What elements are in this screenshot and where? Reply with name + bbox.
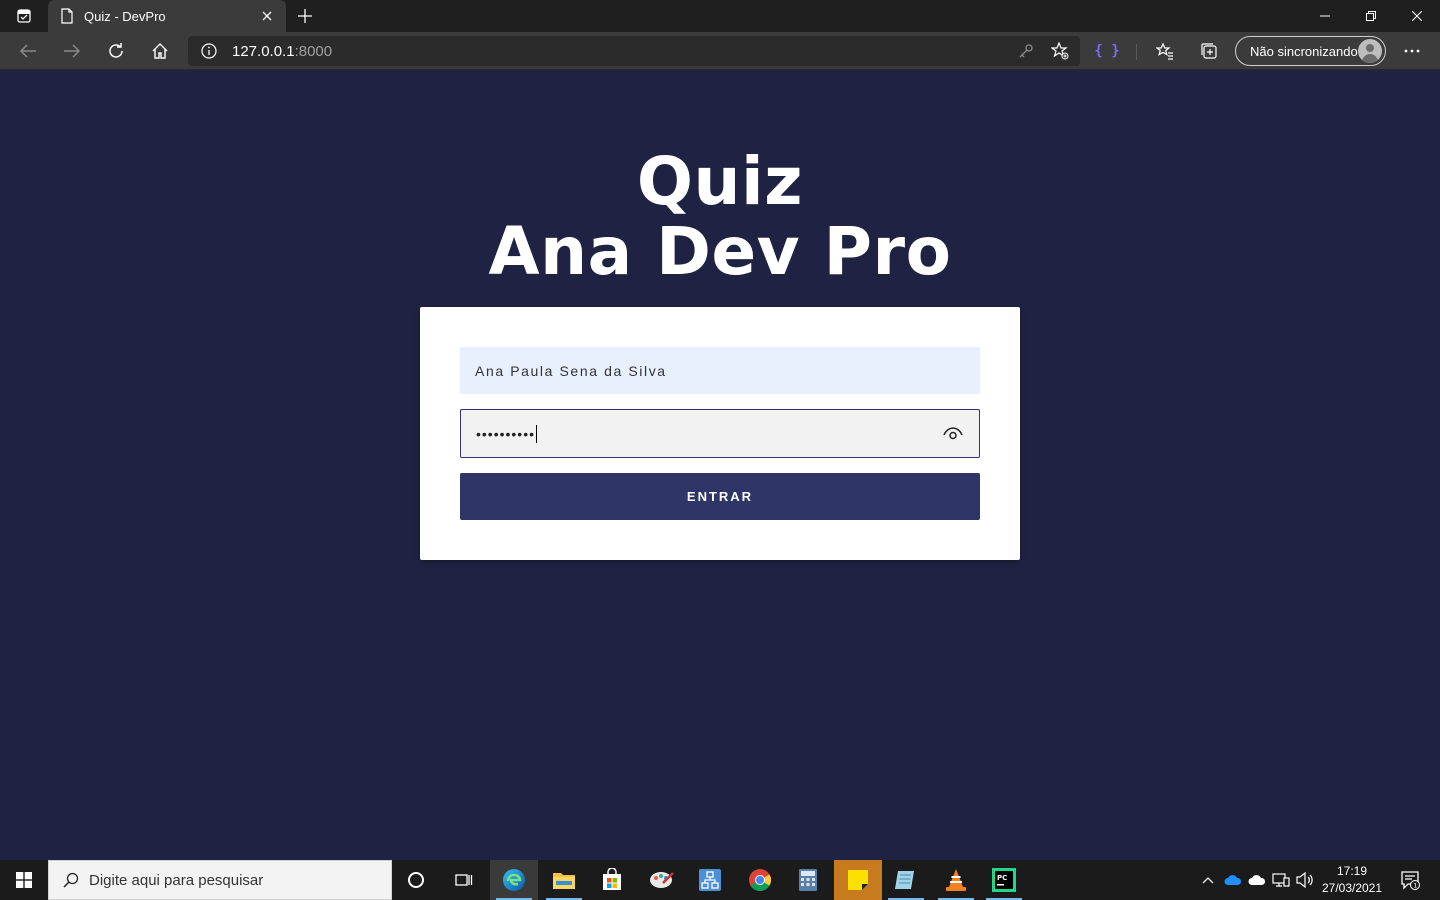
collections-icon[interactable] — [1195, 37, 1223, 65]
login-card: Ana Paula Sena da Silva •••••••••• ENTRA… — [420, 307, 1020, 560]
task-view-icon[interactable] — [440, 860, 488, 900]
text-caret — [536, 424, 538, 443]
notepad-app-icon[interactable] — [882, 860, 930, 900]
new-tab-button[interactable] — [292, 4, 318, 28]
windows-taskbar: Digite aqui para pesquisar PC 17:19 27/0… — [0, 860, 1440, 900]
browser-title-bar: Quiz - DevPro — [0, 0, 1440, 32]
notification-center-icon[interactable]: 1 — [1394, 860, 1426, 900]
onedrive-cloud-icon[interactable] — [1222, 860, 1244, 900]
password-mask: •••••••••• — [476, 425, 536, 442]
svg-text:PC: PC — [997, 874, 1007, 882]
tab-close-icon[interactable] — [258, 7, 276, 25]
title-line-2: Ana Dev Pro — [488, 213, 952, 290]
title-line-1: Quiz — [636, 143, 804, 220]
cloud-icon[interactable] — [1246, 860, 1268, 900]
page-document-icon — [58, 7, 76, 25]
toolbar-separator — [1136, 44, 1137, 60]
key-icon[interactable] — [1014, 39, 1038, 63]
paint-app-icon[interactable] — [638, 860, 686, 900]
password-input[interactable]: •••••••••• — [460, 409, 980, 458]
username-input[interactable]: Ana Paula Sena da Silva — [460, 347, 980, 394]
microsoft-store-icon[interactable] — [588, 860, 636, 900]
avatar — [1358, 39, 1382, 63]
clock-time: 17:19 — [1336, 864, 1368, 878]
tab-title: Quiz - DevPro — [84, 8, 166, 24]
minimize-icon[interactable] — [1302, 0, 1348, 32]
url-port: :8000 — [294, 42, 333, 60]
page-title: Quiz Ana Dev Pro — [0, 147, 1440, 287]
show-hidden-icons-chevron-icon[interactable] — [1198, 860, 1218, 900]
network-icon[interactable] — [1270, 860, 1292, 900]
tab-actions-icon[interactable] — [8, 4, 40, 28]
browser-toolbar: 127.0.0.1:8000 { } Não sincronizando — [0, 32, 1440, 70]
favorites-icon[interactable] — [1151, 37, 1179, 65]
taskbar-search-input[interactable]: Digite aqui para pesquisar — [48, 860, 392, 900]
network-diagram-icon[interactable] — [686, 860, 734, 900]
close-window-icon[interactable] — [1394, 0, 1440, 32]
address-bar[interactable]: 127.0.0.1:8000 — [188, 36, 1080, 66]
restore-icon[interactable] — [1348, 0, 1394, 32]
cortana-icon[interactable] — [392, 860, 440, 900]
edge-taskbar-icon[interactable] — [490, 860, 538, 900]
file-explorer-icon[interactable] — [540, 860, 588, 900]
browser-tab[interactable]: Quiz - DevPro — [48, 0, 286, 32]
page-viewport: Quiz Ana Dev Pro Ana Paula Sena da Silva… — [0, 71, 1440, 860]
home-icon[interactable] — [146, 37, 174, 65]
profile-sync-button[interactable]: Não sincronizando — [1235, 36, 1386, 66]
vlc-icon[interactable] — [932, 860, 980, 900]
profile-label: Não sincronizando — [1250, 43, 1358, 59]
calculator-icon[interactable] — [784, 860, 832, 900]
url-text: 127.0.0.1:8000 — [232, 43, 332, 60]
site-info-icon[interactable] — [200, 42, 218, 60]
add-favorite-icon[interactable] — [1048, 39, 1072, 63]
chrome-icon[interactable] — [736, 860, 784, 900]
windows-start-icon[interactable] — [0, 860, 48, 900]
clock-date: 27/03/2021 — [1321, 881, 1383, 895]
extension-brackets-icon[interactable]: { } — [1094, 39, 1120, 63]
notification-count: 1 — [1413, 882, 1417, 890]
back-arrow-icon[interactable] — [14, 37, 42, 65]
volume-icon[interactable] — [1294, 860, 1316, 900]
enter-button[interactable]: ENTRAR — [460, 473, 980, 520]
pycharm-icon[interactable]: PC — [980, 860, 1028, 900]
refresh-icon[interactable] — [102, 37, 130, 65]
sticky-notes-icon[interactable] — [834, 860, 882, 900]
system-clock[interactable]: 17:19 27/03/2021 — [1316, 863, 1388, 897]
show-password-eye-icon[interactable] — [943, 424, 963, 444]
forward-arrow-icon[interactable] — [58, 37, 86, 65]
more-options-icon[interactable] — [1398, 37, 1426, 65]
window-controls — [1302, 0, 1440, 32]
search-placeholder: Digite aqui para pesquisar — [89, 871, 264, 889]
search-icon — [61, 870, 81, 890]
url-host: 127.0.0.1 — [232, 42, 295, 60]
